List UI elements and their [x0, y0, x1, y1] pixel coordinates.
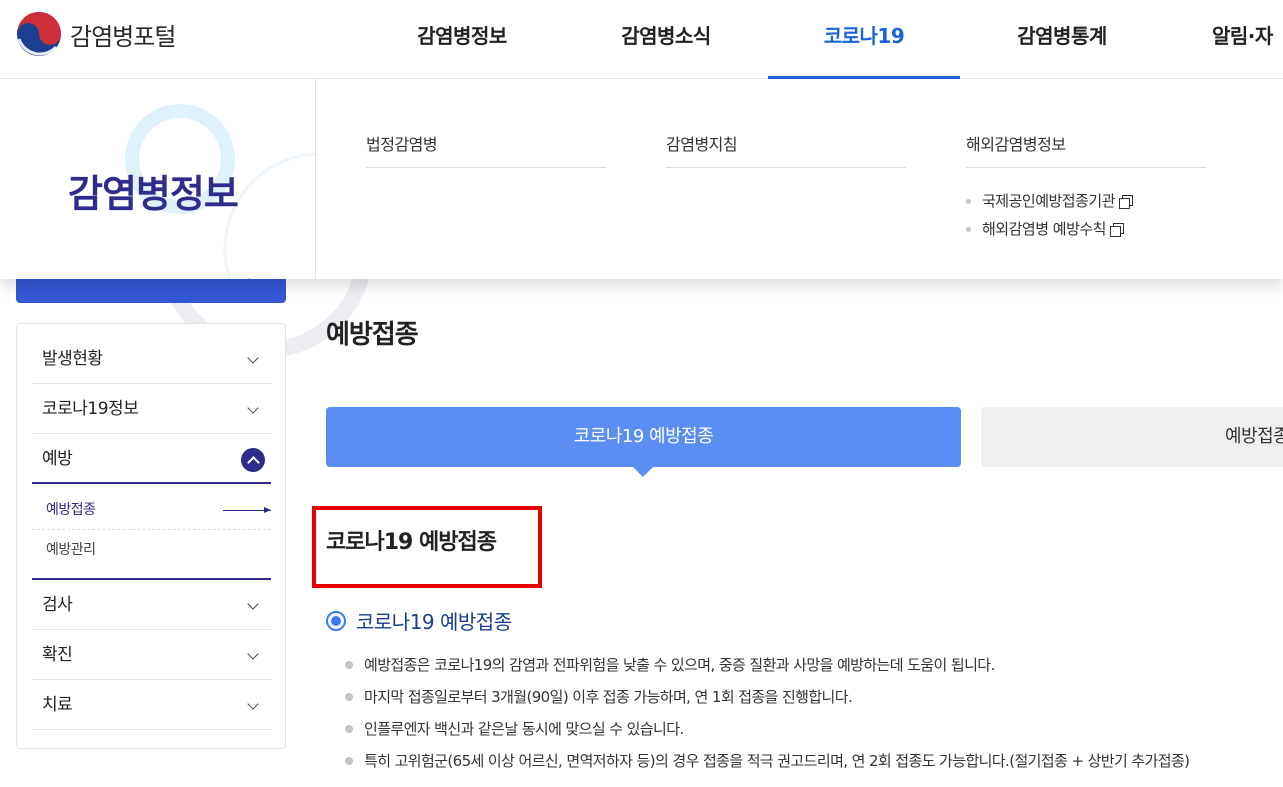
mega-sub-list: 국제공인예방접종기관 해외감염병 예방수칙 [966, 190, 1206, 246]
chevron-down-icon [247, 352, 259, 364]
taegeuk-logo-icon [17, 12, 61, 56]
nav-infection-info[interactable]: 감염병정보 [400, 0, 524, 79]
sidebar-item-prevention[interactable]: 예방 [32, 434, 271, 484]
mega-menu-title-panel: 감염병정보 [0, 79, 316, 279]
sub-heading: 코로나19 예방접종 [326, 606, 512, 635]
external-link-icon [1119, 195, 1134, 209]
chevron-down-icon [247, 648, 259, 660]
sidebar-submenu-prevention: 예방접종 예방관리 [32, 484, 271, 580]
mega-dropdown-menu: 감염병정보 법정감염병 감염병지침 해외감염병정보 국제공인예방접종기관 해외감… [0, 79, 1283, 279]
info-bullet-list: 예방접종은 코로나19의 감염과 전파위험을 낮출 수 있으며, 중증 질환과 … [345, 653, 1283, 781]
sidebar-item-confirmed[interactable]: 확진 [32, 630, 271, 680]
list-item: 예방접종은 코로나19의 감염과 전파위험을 낮출 수 있으며, 중증 질환과 … [345, 653, 1283, 685]
tab-covid-vaccination[interactable]: 코로나19 예방접종 [326, 407, 961, 467]
mega-menu-title: 감염병정보 [68, 172, 239, 216]
chevron-down-icon [247, 402, 259, 414]
mega-sub-item-vaccination-center[interactable]: 국제공인예방접종기관 [966, 190, 1206, 218]
site-logo[interactable]: 감염병포털 [16, 11, 176, 57]
site-header: 감염병포털 감염병정보 감염병소식 코로나19 감염병통계 알림·자 [0, 0, 1283, 79]
nav-infection-stats[interactable]: 감염병통계 [1000, 0, 1124, 79]
nav-covid19[interactable]: 코로나19 [768, 0, 960, 79]
mega-col-title[interactable]: 해외감염병정보 [966, 131, 1206, 168]
red-highlight-box [312, 506, 542, 588]
mega-sub-item-overseas-prevention[interactable]: 해외감염병 예방수칙 [966, 218, 1206, 246]
list-item: 특히 고위험군(65세 이상 어르신, 면역저하자 등)의 경우 접종을 적극 … [345, 749, 1283, 781]
chevron-down-icon [247, 598, 259, 610]
list-item: 마지막 접종일로부터 3개월(90일) 이후 접종 가능하며, 연 1회 접종을… [345, 685, 1283, 717]
sidebar-item-testing[interactable]: 검사 [32, 580, 271, 630]
sidebar-subitem-prevention-management[interactable]: 예방관리 [32, 530, 271, 570]
external-link-icon [1109, 223, 1124, 237]
mega-col-title[interactable]: 법정감염병 [366, 131, 606, 168]
chevron-down-icon [247, 698, 259, 710]
mega-col-overseas-info: 해외감염병정보 국제공인예방접종기관 해외감염병 예방수칙 [966, 131, 1206, 246]
nav-notice[interactable]: 알림·자 [1212, 0, 1283, 79]
list-item: 인플루엔자 백신과 같은날 동시에 맞으실 수 있습니다. [345, 717, 1283, 749]
mega-col-title[interactable]: 감염병지침 [666, 131, 906, 168]
logo-text: 감염병포털 [70, 22, 176, 51]
target-bullet-icon [326, 610, 346, 631]
chevron-up-icon[interactable] [241, 448, 265, 472]
sidebar-item-covid-info[interactable]: 코로나19정보 [32, 384, 271, 434]
sidebar: 발생현황 코로나19정보 예방 예방접종 예방관리 검사 확진 치료 [16, 323, 286, 749]
mega-col-legal-infectious: 법정감염병 [366, 131, 606, 168]
sub-heading-text: 코로나19 예방접종 [356, 610, 512, 634]
tab-active-pointer [632, 466, 654, 477]
page-title: 예방접종 [326, 320, 419, 350]
sidebar-subitem-vaccination[interactable]: 예방접종 [32, 490, 271, 530]
sidebar-list: 발생현황 코로나19정보 예방 예방접종 예방관리 검사 확진 치료 [32, 334, 271, 730]
sidebar-item-treatment[interactable]: 치료 [32, 680, 271, 730]
nav-infection-news[interactable]: 감염병소식 [604, 0, 728, 79]
tab-vaccination[interactable]: 예방접종 [981, 407, 1283, 467]
sidebar-item-outbreak-status[interactable]: 발생현황 [32, 334, 271, 384]
arrow-right-icon [223, 507, 271, 513]
mega-col-guidelines: 감염병지침 [666, 131, 906, 168]
